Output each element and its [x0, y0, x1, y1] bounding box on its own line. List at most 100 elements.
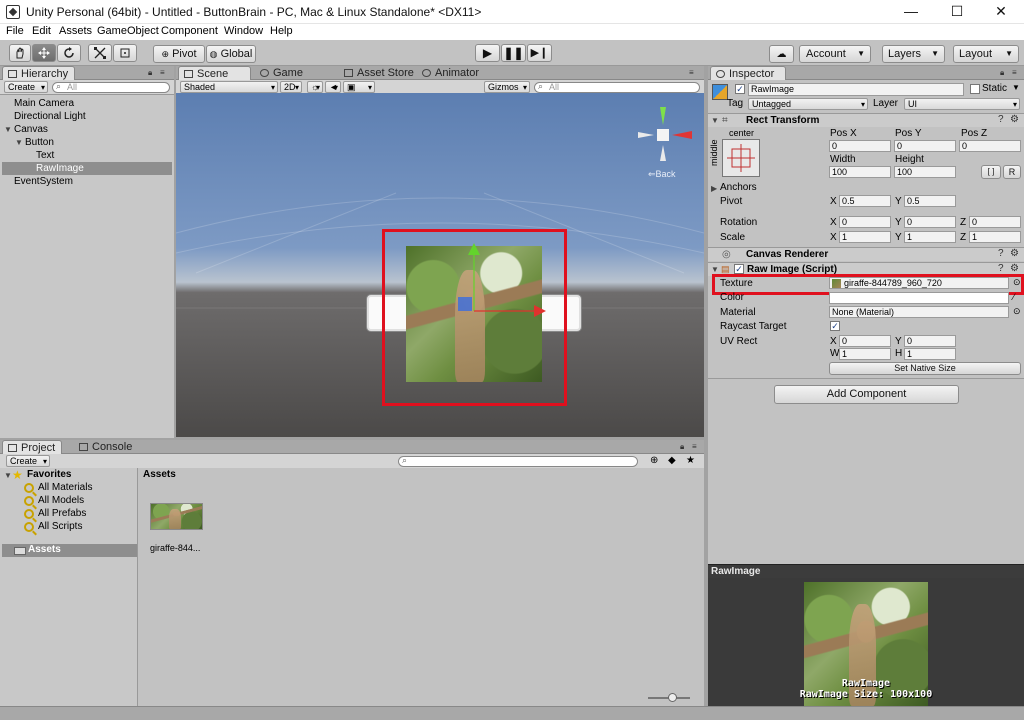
anchor-presets-button[interactable] — [722, 139, 760, 177]
effects-dropdown[interactable]: ▣ — [343, 81, 375, 93]
maximize-button[interactable]: ☐ — [934, 0, 980, 24]
uv-h-field[interactable]: 1 — [904, 348, 956, 360]
help-icon[interactable]: ? — [998, 263, 1004, 274]
asset-item-label[interactable]: giraffe-844... — [150, 542, 200, 554]
audio-toggle-button[interactable]: ◄ — [325, 81, 341, 93]
static-checkbox[interactable]: ✓ — [970, 84, 980, 94]
static-dropdown-icon[interactable]: ▼ — [1012, 83, 1020, 92]
raw-edit-mode-button[interactable]: R — [1003, 165, 1021, 179]
pos-z-field[interactable]: 0 — [959, 140, 1021, 152]
project-create-dropdown[interactable]: Create — [6, 455, 51, 467]
layer-dropdown[interactable]: UI — [904, 98, 1020, 110]
lock-icon[interactable]: 🔒︎ — [680, 442, 684, 452]
favorite-all-models[interactable]: All Models — [38, 495, 84, 507]
pivot-x-field[interactable]: 0.5 — [839, 195, 891, 207]
help-icon[interactable]: ? — [998, 114, 1004, 125]
uv-w-field[interactable]: 1 — [839, 348, 891, 360]
object-picker-icon[interactable]: ⊙ — [1013, 306, 1021, 317]
rotation-y-field[interactable]: 0 — [904, 216, 956, 228]
active-checkbox[interactable]: ✓ — [735, 84, 745, 94]
gear-icon[interactable]: ⚙ — [1010, 248, 1019, 259]
help-icon[interactable]: ? — [998, 248, 1004, 259]
filter-label-icon[interactable]: ◆ — [668, 455, 676, 466]
gear-icon[interactable]: ⚙ — [1010, 114, 1019, 125]
menu-help[interactable]: Help — [270, 25, 293, 37]
eyedropper-icon[interactable]: ⁄ — [1013, 292, 1015, 302]
favorites-label[interactable]: Favorites — [27, 469, 71, 481]
gear-icon[interactable]: ⚙ — [1010, 263, 1019, 274]
rotation-z-field[interactable]: 0 — [969, 216, 1021, 228]
anchors-label[interactable]: Anchors — [720, 182, 757, 193]
set-native-size-button[interactable]: Set Native Size — [829, 362, 1021, 375]
cloud-button[interactable]: ☁ — [769, 45, 794, 63]
panel-menu-icon[interactable]: ≡ — [160, 68, 165, 77]
scale-tool-button[interactable] — [88, 44, 112, 62]
uv-y-field[interactable]: 0 — [904, 335, 956, 347]
hierarchy-search-input[interactable]: All — [52, 82, 170, 93]
step-button[interactable]: ▶❙ — [527, 44, 552, 62]
scale-y-field[interactable]: 1 — [904, 231, 956, 243]
scene-orientation-gizmo[interactable] — [636, 103, 696, 173]
layers-dropdown[interactable]: Layers ▼ — [882, 45, 945, 63]
tab-hierarchy[interactable]: Hierarchy — [2, 66, 75, 80]
menu-window[interactable]: Window — [224, 25, 263, 37]
pos-x-field[interactable]: 0 — [829, 140, 891, 152]
tag-dropdown[interactable]: Untagged — [748, 98, 868, 110]
menu-gameobject[interactable]: GameObject — [97, 25, 159, 37]
minimize-button[interactable]: — — [888, 0, 934, 24]
rect-transform-header[interactable]: ▼ ⌗ Rect Transform ? ⚙ — [708, 113, 1024, 127]
pause-button[interactable]: ❚❚ — [501, 44, 526, 62]
scene-search-input[interactable]: All — [534, 82, 700, 93]
foldout-closed-icon[interactable]: ▶ — [711, 184, 717, 193]
height-field[interactable]: 100 — [894, 166, 956, 178]
width-field[interactable]: 100 — [829, 166, 891, 178]
menu-file[interactable]: File — [6, 25, 24, 37]
hierarchy-item[interactable]: EventSystem — [2, 175, 172, 188]
filter-type-icon[interactable]: ⊕ — [650, 455, 658, 466]
favorite-all-scripts[interactable]: All Scripts — [38, 521, 82, 533]
pivot-y-field[interactable]: 0.5 — [904, 195, 956, 207]
account-dropdown[interactable]: Account ▼ — [799, 45, 871, 63]
panel-menu-icon[interactable]: ≡ — [692, 442, 697, 451]
rect-tool-button[interactable] — [113, 44, 137, 62]
asset-thumbnail[interactable] — [150, 503, 203, 530]
tab-inspector[interactable]: Inspector — [710, 66, 786, 80]
foldout-open-icon[interactable]: ▼ — [711, 265, 719, 274]
raw-image-enabled-checkbox[interactable]: ✓ — [734, 264, 744, 274]
pos-y-field[interactable]: 0 — [894, 140, 956, 152]
play-button[interactable]: ▶ — [475, 44, 500, 62]
rotation-x-field[interactable]: 0 — [839, 216, 891, 228]
menu-edit[interactable]: Edit — [32, 25, 51, 37]
hierarchy-item[interactable]: Text — [2, 149, 172, 162]
shading-mode-dropdown[interactable]: Shaded — [180, 81, 278, 93]
assets-folder-row[interactable]: Assets — [2, 544, 137, 557]
pivot-toggle-button[interactable]: ⊕ Pivot — [153, 45, 205, 63]
add-component-button[interactable]: Add Component — [774, 385, 959, 404]
tab-scene[interactable]: Scene — [178, 66, 251, 80]
2d-toggle-button[interactable]: 2D — [280, 81, 302, 93]
hierarchy-item[interactable]: Canvas — [2, 123, 152, 136]
object-name-field[interactable]: RawImage — [748, 83, 964, 96]
hierarchy-create-dropdown[interactable]: Create — [4, 81, 49, 93]
tab-console[interactable]: Console — [74, 440, 138, 454]
uv-x-field[interactable]: 0 — [839, 335, 891, 347]
hierarchy-item[interactable]: Directional Light — [2, 110, 172, 123]
lock-icon[interactable]: 🔒︎ — [1000, 68, 1004, 78]
scale-z-field[interactable]: 1 — [969, 231, 1021, 243]
close-button[interactable]: ✕ — [978, 0, 1024, 24]
tab-animator[interactable]: Animator — [417, 66, 485, 80]
assets-breadcrumb[interactable]: Assets — [143, 469, 176, 481]
favorite-star-icon[interactable]: ★ — [686, 455, 695, 466]
gizmos-dropdown[interactable]: Gizmos — [484, 81, 530, 93]
global-toggle-button[interactable]: ◍ Global — [206, 45, 256, 63]
move-tool-button[interactable] — [32, 44, 56, 62]
foldout-open-icon[interactable]: ▼ — [711, 116, 719, 125]
slider-handle[interactable] — [668, 693, 677, 702]
favorite-all-prefabs[interactable]: All Prefabs — [38, 508, 86, 520]
tab-asset-store[interactable]: Asset Store — [339, 66, 420, 80]
tab-project[interactable]: Project — [2, 440, 62, 454]
project-search-input[interactable] — [398, 456, 638, 467]
favorite-all-materials[interactable]: All Materials — [38, 482, 92, 494]
panel-menu-icon[interactable]: ≡ — [689, 68, 694, 77]
raycast-target-checkbox[interactable]: ✓ — [830, 321, 840, 331]
